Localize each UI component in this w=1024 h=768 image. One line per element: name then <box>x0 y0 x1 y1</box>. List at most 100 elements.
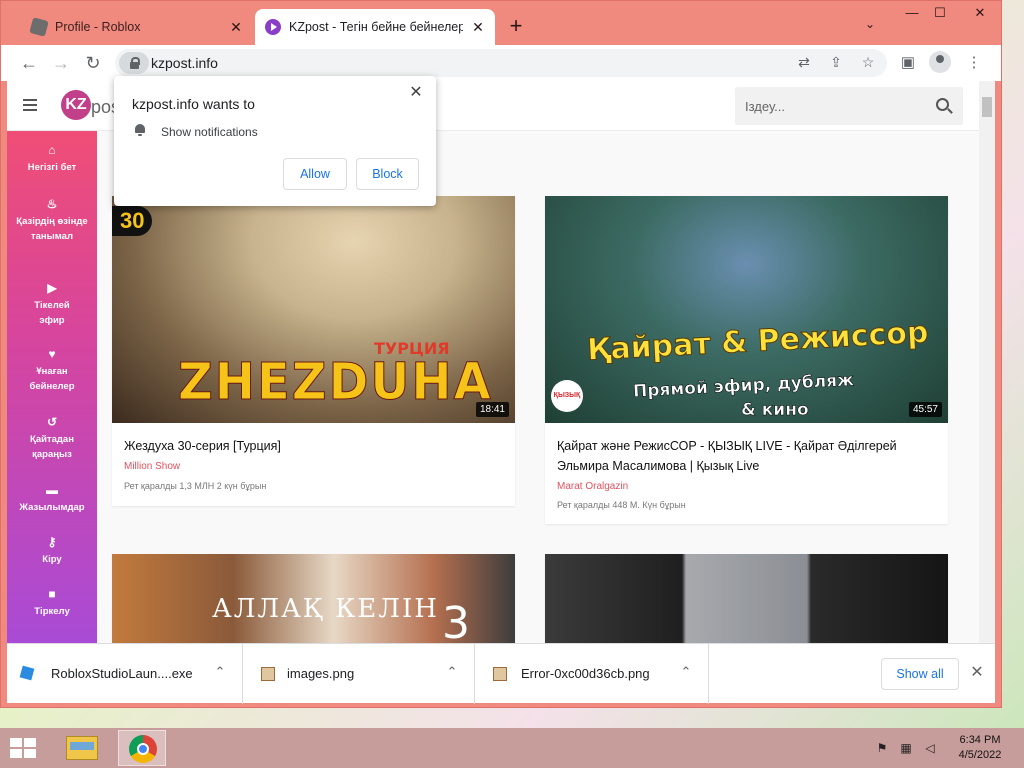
thumbnail-title: АЛЛАҚ КЕЛІН <box>212 594 439 624</box>
lock-icon: ■ <box>48 587 56 601</box>
sidebar-item-label: Ұнаған бейнелер <box>29 366 75 392</box>
video-card[interactable]: АЛЛАҚ КЕЛІН 3 <box>112 554 515 643</box>
hamburger-menu-icon[interactable] <box>23 99 37 111</box>
bell-icon <box>134 124 146 136</box>
sidebar-item-label: Жазылымдар <box>19 502 85 513</box>
share-icon[interactable]: ⇪ <box>827 54 845 71</box>
url-text[interactable]: kzpost.info <box>151 55 218 71</box>
video-duration: 45:57 <box>908 402 942 417</box>
download-item[interactable]: images.png ⌃ <box>243 644 475 704</box>
download-item[interactable]: RobloxStudioLaun....exe ⌃ <box>7 644 243 704</box>
back-arrow-icon[interactable]: ← <box>17 52 41 74</box>
video-title[interactable]: Жездуха 30-серия [Турция] <box>124 436 504 456</box>
video-thumbnail[interactable] <box>545 554 948 643</box>
close-window-button[interactable]: ✕ <box>965 5 995 21</box>
show-all-button[interactable]: Show all <box>881 658 959 690</box>
video-card[interactable] <box>545 554 948 643</box>
kzpost-favicon-icon <box>265 19 281 35</box>
heart-icon: ♥ <box>48 347 56 361</box>
video-meta: Рет қаралды 1,3 МЛН 2 күн бұрын <box>124 481 267 491</box>
allow-button[interactable]: Allow <box>283 158 347 190</box>
video-card[interactable]: Қайрат & Режиссор Прямой эфир, дубляж & … <box>545 196 948 524</box>
sidebar-item-label: Тікелей эфир <box>34 300 70 326</box>
chevron-up-icon[interactable]: ⌃ <box>679 664 693 680</box>
thumbnail-episode-number: 3 <box>442 598 470 643</box>
address-bar[interactable]: kzpost.info ⇄ ⇪ ☆ <box>115 49 887 77</box>
popup-message: Show notifications <box>161 125 258 139</box>
bookmark-star-icon[interactable]: ☆ <box>859 54 877 71</box>
close-downloads-icon[interactable]: ✕ <box>969 662 985 682</box>
windows-start-icon[interactable] <box>10 738 38 760</box>
translate-icon[interactable]: ⇄ <box>795 54 813 71</box>
sidebar-item-login[interactable]: ⚷ Кіру <box>7 535 97 567</box>
roblox-file-icon <box>19 665 35 681</box>
flag-icon[interactable]: ⚑ <box>874 741 890 755</box>
notification-permission-popup: kzpost.info wants to ✕ Show notification… <box>114 76 436 206</box>
video-thumbnail[interactable]: АЛЛАҚ КЕЛІН 3 <box>112 554 515 643</box>
download-item[interactable]: Error-0xc00d36cb.png ⌃ <box>475 644 709 704</box>
tab-close-icon[interactable]: ✕ <box>229 19 243 36</box>
thumbnail-title: ZHEZDUHA <box>178 352 493 412</box>
file-explorer-icon[interactable] <box>58 730 106 766</box>
popup-close-icon[interactable]: ✕ <box>406 82 426 102</box>
video-thumbnail[interactable]: Қайрат & Режиссор Прямой эфир, дубляж & … <box>545 196 948 423</box>
forward-arrow-icon[interactable]: → <box>49 52 73 74</box>
profile-avatar-icon[interactable] <box>929 51 951 73</box>
download-filename[interactable]: Error-0xc00d36cb.png <box>521 666 650 681</box>
download-filename[interactable]: RobloxStudioLaun....exe <box>51 666 193 681</box>
new-tab-button[interactable]: + <box>506 13 526 39</box>
sidebar-item-label: Тіркелу <box>34 606 70 617</box>
search-input[interactable]: Іздеу... <box>735 87 963 125</box>
video-meta: Рет қаралды 448 М. Күн бұрын <box>557 500 686 510</box>
video-thumbnail[interactable]: 30 ТУРЦИЯ ZHEZDUHA 18:41 <box>112 196 515 423</box>
scrollbar-thumb[interactable] <box>982 97 992 117</box>
maximize-button[interactable]: ☐ <box>925 5 955 21</box>
chevron-up-icon[interactable]: ⌃ <box>445 664 459 680</box>
windows-taskbar: ⚑ ▦ ◁ 6:34 PM 4/5/2022 <box>0 728 1024 768</box>
sidebar-item-trending[interactable]: ♨ Қазірдің өзінде танымал <box>7 197 97 244</box>
download-filename[interactable]: images.png <box>287 666 354 681</box>
video-grid: 30 ТУРЦИЯ ZHEZDUHA 18:41 Жездуха 30-сери… <box>97 131 979 643</box>
video-channel[interactable]: Marat Oralgazin <box>557 481 628 492</box>
sidebar-item-home[interactable]: ⌂ Негізгі бет <box>7 143 97 175</box>
search-icon[interactable] <box>936 98 949 111</box>
volume-muted-icon[interactable]: ◁ <box>922 741 938 755</box>
sidebar-item-register[interactable]: ■ Тіркелу <box>7 587 97 619</box>
search-placeholder: Іздеу... <box>745 99 785 114</box>
sidebar-item-subscriptions[interactable]: ▬ Жазылымдар <box>7 483 97 515</box>
tab-strip: Profile - Roblox ✕ KZpost - Тегін бейне … <box>1 1 1001 45</box>
page-scrollbar[interactable] <box>979 81 995 643</box>
block-button[interactable]: Block <box>356 158 419 190</box>
chevron-up-icon[interactable]: ⌃ <box>213 664 227 680</box>
sidebar-item-liked[interactable]: ♥ Ұнаған бейнелер <box>7 347 97 394</box>
home-icon: ⌂ <box>48 143 56 157</box>
minimize-button[interactable]: — <box>897 5 927 20</box>
tab-close-icon[interactable]: ✕ <box>471 19 485 36</box>
tab-roblox-profile[interactable]: Profile - Roblox ✕ <box>21 9 253 45</box>
more-menu-icon[interactable]: ⋮ <box>963 53 985 73</box>
image-file-icon <box>493 667 507 681</box>
tab-search-icon[interactable]: ⌄ <box>865 17 875 31</box>
channel-logo: ҚЫЗЫҚ LIVE <box>551 380 583 412</box>
sidebar-item-history[interactable]: ↺ Қайтадан қараңыз <box>7 415 97 462</box>
system-clock[interactable]: 6:34 PM 4/5/2022 <box>940 733 1020 763</box>
fire-icon: ♨ <box>46 197 58 211</box>
thumbnail-subtitle-2: & кино <box>741 400 809 421</box>
roblox-favicon-icon <box>29 17 49 37</box>
episode-badge: 30 <box>112 206 153 236</box>
site-info-lock-icon[interactable] <box>119 52 149 74</box>
video-title[interactable]: Қайрат және РежисСОР - ҚЫЗЫҚ LIVE - Қайр… <box>557 436 937 476</box>
sidebar-item-label: Кіру <box>42 554 62 565</box>
tab-kzpost[interactable]: KZpost - Тегін бейне бейнелерді ✕ <box>255 9 495 45</box>
side-panel-icon[interactable]: ▣ <box>897 53 919 73</box>
video-duration: 18:41 <box>475 402 509 417</box>
chrome-taskbar-icon[interactable] <box>118 730 166 766</box>
site-logo[interactable]: KZ <box>61 90 91 120</box>
sidebar-item-live[interactable]: ▶ Тікелей эфир <box>7 281 97 328</box>
reload-icon[interactable]: ↻ <box>81 52 105 74</box>
video-channel[interactable]: Million Show <box>124 461 180 472</box>
network-icon[interactable]: ▦ <box>898 741 914 755</box>
folder-icon: ▬ <box>46 483 58 497</box>
sidebar-item-label: Қазірдің өзінде танымал <box>16 216 88 242</box>
video-card[interactable]: 30 ТУРЦИЯ ZHEZDUHA 18:41 Жездуха 30-сери… <box>112 196 515 506</box>
